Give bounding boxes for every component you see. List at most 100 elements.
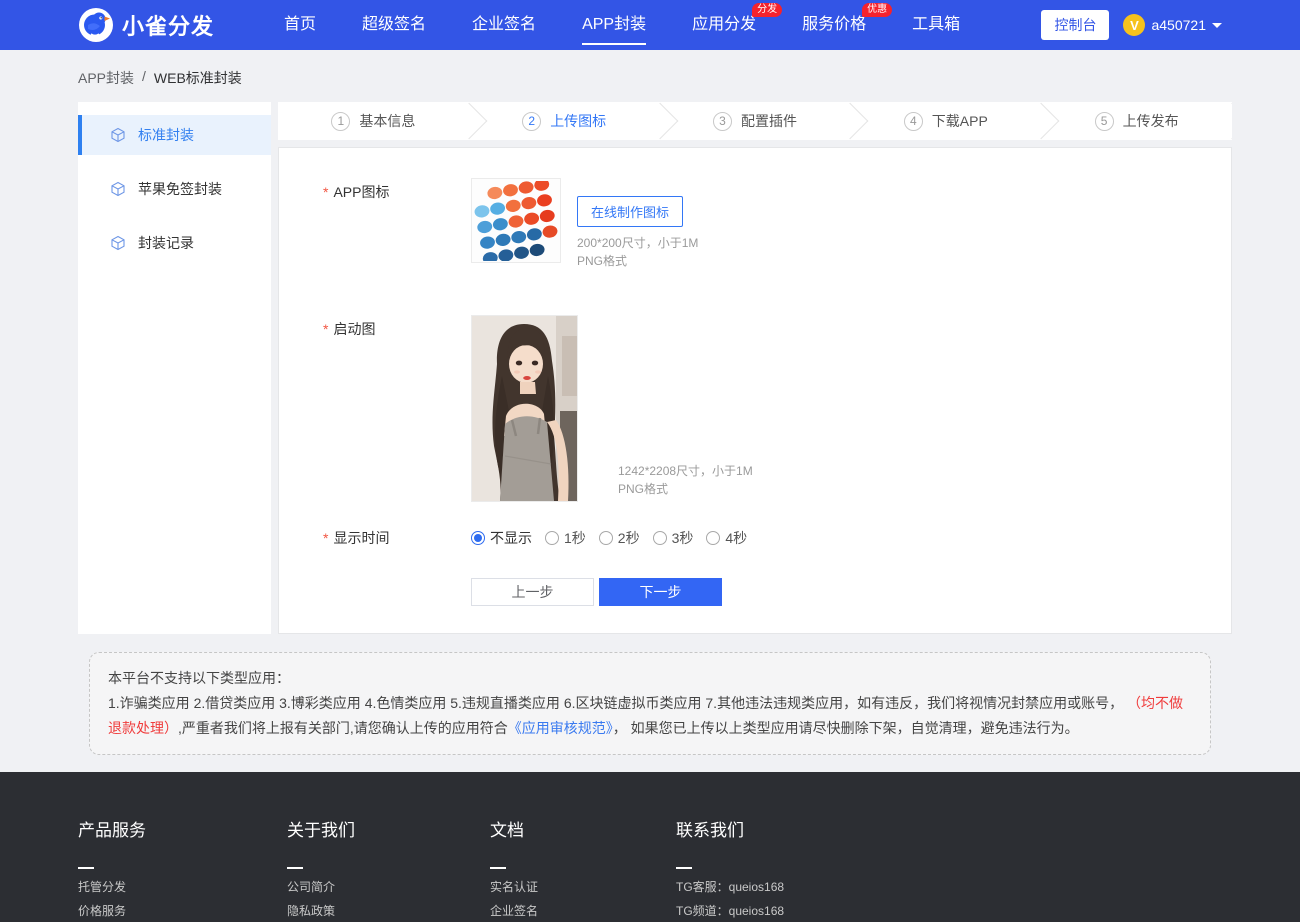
step-number: 5 [1095,112,1114,131]
footer-link-privacy-policy[interactable]: 隐私政策 [287,905,490,917]
discount-badge: 优惠 [862,3,892,17]
step-label: 下载APP [932,111,988,131]
nav-item-pricing[interactable]: 服务价格 优惠 [802,0,866,50]
console-button[interactable]: 控制台 [1041,10,1109,40]
make-icon-online-button[interactable]: 在线制作图标 [577,196,683,227]
footer-link-price-service[interactable]: 价格服务 [78,905,287,917]
footer: 产品服务 托管分发 价格服务 建议和反馈 关于我们 公司简介 隐私政策 服务协议… [0,772,1300,922]
display-time-row: *显示时间 不显示 1秒 2秒 [323,524,1231,548]
next-step-button[interactable]: 下一步 [599,578,722,606]
nav-item-home[interactable]: 首页 [284,0,316,50]
radio-1s[interactable]: 1秒 [545,528,586,548]
hint-format: PNG格式 [577,252,698,270]
step-upload-publish: 5 上传发布 [1041,111,1232,131]
sidebar-item-standard-package[interactable]: 标准封装 [78,115,271,155]
divider [490,867,506,869]
footer-contact-tg-support: TG客服：queios168 [676,881,852,893]
radio-label: 1秒 [564,528,586,548]
review-spec-link[interactable]: 《应用审核规范》 [508,720,613,736]
footer-col-docs: 文档 实名认证 企业签名 打包APP [490,816,676,922]
breadcrumb-separator: / [142,68,146,88]
nav-item-toolbox[interactable]: 工具箱 [912,0,960,50]
nav-item-app-distribute[interactable]: 应用分发 分发 [692,0,756,50]
field-label: APP图标 [333,184,389,200]
footer-link-hosted-distribution[interactable]: 托管分发 [78,881,287,893]
step-config-plugin: 3 配置插件 [660,111,851,131]
radio-icon [653,531,667,545]
chevron-down-icon [1212,23,1222,28]
footer-columns: 产品服务 托管分发 价格服务 建议和反馈 关于我们 公司简介 隐私政策 服务协议… [78,816,1222,922]
user-menu[interactable]: V a450721 [1123,14,1222,36]
footer-link-enterprise-sign[interactable]: 企业签名 [490,905,676,917]
breadcrumb-current: WEB标准封装 [154,68,242,88]
launch-image-side: 1242*2208尺寸，小于1M PNG格式 [618,462,753,498]
chevron-right-icon [832,103,869,140]
notice-text: ,严重者我们将上报有关部门,请您确认上传的应用符合 [178,720,508,736]
dot-grid-app-icon [474,181,558,261]
logo-text: 小雀分发 [122,9,214,41]
radio-label: 2秒 [618,528,640,548]
chevron-right-icon [450,103,487,140]
launch-image-preview[interactable] [471,315,578,502]
radio-label: 4秒 [725,528,747,548]
nav-item-app-package[interactable]: APP封装 [582,0,646,50]
distribute-badge: 分发 [752,3,782,17]
upload-icon-form: * APP图标 在线制作图标 [278,147,1232,634]
sidebar: 标准封装 苹果免签封装 封装记录 [78,102,271,634]
step-label: 上传发布 [1123,111,1179,131]
notice-body: 1.诈骗类应用 2.借贷类应用 3.博彩类应用 4.色情类应用 5.违规直播类应… [108,691,1192,741]
footer-col-about: 关于我们 公司简介 隐私政策 服务协议 [287,816,490,922]
step-label: 配置插件 [741,111,797,131]
main-layout: 标准封装 苹果免签封装 封装记录 1 基本信息 2 上传图标 [0,102,1300,634]
prev-step-button[interactable]: 上一步 [471,578,594,606]
footer-col-title: 关于我们 [287,816,490,841]
radio-icon [706,531,720,545]
radio-2s[interactable]: 2秒 [599,528,640,548]
radio-no-display[interactable]: 不显示 [471,528,532,548]
radio-label: 3秒 [672,528,694,548]
launch-image-row: *启动图 [323,315,1231,502]
step-number: 3 [713,112,732,131]
chevron-right-icon [641,103,678,140]
footer-link-company-intro[interactable]: 公司简介 [287,881,490,893]
app-icon-label: * APP图标 [323,178,471,270]
notice-line1: 本平台不支持以下类型应用： [108,666,1192,691]
app-icon-preview[interactable] [471,178,561,263]
nav-item-label: 应用分发 [692,16,756,33]
nav-item-enterprise-sign[interactable]: 企业签名 [472,0,536,50]
package-icon [110,127,126,143]
sidebar-item-label: 标准封装 [138,125,194,145]
footer-col-contact: 联系我们 TG客服：queios168 TG频道：queios168 合作邮箱：… [676,816,852,922]
notice-text: ， 如果您已上传以上类型应用请尽快删除下架，自觉清理，避免违法行为。 [613,720,1079,736]
chevron-right-icon [1023,103,1060,140]
chevron-right-icon [1214,103,1232,140]
launch-image-photo [472,316,577,501]
bird-logo-icon [78,7,114,43]
radio-3s[interactable]: 3秒 [653,528,694,548]
required-asterisk: * [323,530,328,546]
step-upload-icon: 2 上传图标 [469,111,660,131]
step-label: 基本信息 [359,111,415,131]
nav-item-super-sign[interactable]: 超级签名 [362,0,426,50]
divider [78,867,94,869]
main-content: 1 基本信息 2 上传图标 3 配置插件 4 下载APP 5 上传发布 [278,102,1232,634]
footer-col-title: 文档 [490,816,676,841]
required-asterisk: * [323,184,328,200]
hint-format: PNG格式 [618,480,753,498]
logo[interactable]: 小雀分发 [78,7,214,43]
app-icon-side: 在线制作图标 200*200尺寸，小于1M PNG格式 [577,178,698,270]
footer-link-realname-auth[interactable]: 实名认证 [490,881,676,893]
launch-image-label: *启动图 [323,315,471,502]
avatar: V [1123,14,1145,36]
sidebar-item-apple-nosign-package[interactable]: 苹果免签封装 [78,169,271,209]
app-icon-hint: 200*200尺寸，小于1M PNG格式 [577,234,698,270]
divider [287,867,303,869]
top-navbar: 小雀分发 首页 超级签名 企业签名 APP封装 应用分发 分发 服务价格 优惠 … [0,0,1300,50]
breadcrumb-parent[interactable]: APP封装 [78,68,134,88]
nav-menu: 首页 超级签名 企业签名 APP封装 应用分发 分发 服务价格 优惠 工具箱 [284,0,960,50]
radio-icon [471,531,485,545]
radio-4s[interactable]: 4秒 [706,528,747,548]
display-time-options: 不显示 1秒 2秒 3秒 [471,524,747,548]
sidebar-item-label: 封装记录 [138,233,194,253]
sidebar-item-package-records[interactable]: 封装记录 [78,223,271,263]
